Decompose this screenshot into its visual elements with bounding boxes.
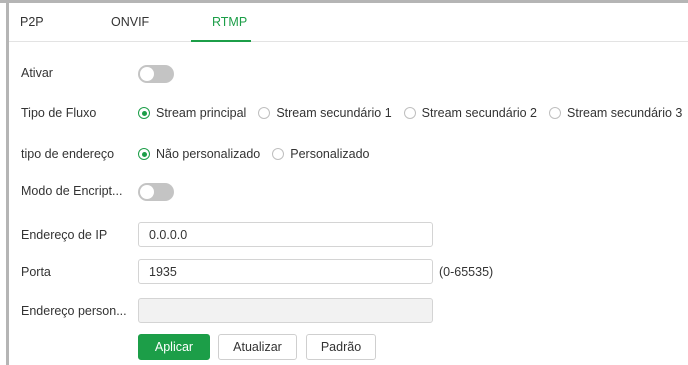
radio-unchecked-icon[interactable] [258,107,271,119]
custom-address-label: Endereço person... [21,304,127,318]
port-row: Porta (0-65535) [9,259,688,284]
stream-type-option-sub1[interactable]: Stream secundário 1 [258,106,392,120]
port-label: Porta [21,265,51,279]
radio-unchecked-icon[interactable] [272,148,285,160]
enable-label: Ativar [21,66,53,80]
ip-address-row: Endereço de IP [9,222,688,247]
radio-checked-icon[interactable] [138,148,150,160]
address-type-label: tipo de endereço [21,147,115,161]
stream-type-option-label: Stream secundário 3 [567,106,683,120]
enable-row: Ativar [9,63,688,85]
active-tab-indicator [191,40,251,42]
stream-type-option-label: Stream principal [156,106,247,120]
tab-bar: P2P ONVIF RTMP [9,3,688,42]
ip-address-input[interactable] [138,222,433,247]
radio-unchecked-icon[interactable] [549,107,562,119]
port-range-hint: (0-65535) [439,265,494,279]
radio-unchecked-icon[interactable] [403,107,416,119]
refresh-button[interactable]: Atualizar [218,334,297,360]
toggle-knob [140,67,154,81]
radio-checked-icon[interactable] [138,107,150,119]
stream-type-option-label: Stream secundário 1 [276,106,392,120]
encryption-toggle[interactable] [138,183,174,201]
address-type-radio-group: Não personalizado Personalizado [138,147,381,161]
tab-p2p[interactable]: P2P [20,3,44,41]
tab-rtmp[interactable]: RTMP [212,3,247,41]
custom-address-row: Endereço person... [9,298,688,323]
stream-type-radio-group: Stream principal Stream secundário 1 Str… [138,106,688,120]
address-type-option-custom[interactable]: Personalizado [272,147,369,161]
default-button[interactable]: Padrão [306,334,376,360]
address-type-option-label: Personalizado [290,147,370,161]
stream-type-row: Tipo de Fluxo Stream principal Stream se… [9,103,688,123]
apply-button[interactable]: Aplicar [138,334,210,360]
stream-type-option-sub2[interactable]: Stream secundário 2 [403,106,538,120]
encryption-label: Modo de Encript... [21,184,123,198]
port-input[interactable] [138,259,433,284]
address-type-row: tipo de endereço Não personalizado Perso… [9,144,688,164]
encryption-row: Modo de Encript... [9,181,688,203]
address-type-option-label: Não personalizado [156,147,261,161]
ip-address-label: Endereço de IP [21,228,108,242]
toggle-knob [140,185,154,199]
stream-type-label: Tipo de Fluxo [21,106,97,120]
stream-type-option-sub3[interactable]: Stream secundário 3 [549,106,682,120]
stream-type-option-label: Stream secundário 2 [421,106,538,120]
enable-toggle[interactable] [138,65,174,83]
custom-address-input[interactable] [138,298,433,323]
tab-onvif[interactable]: ONVIF [111,3,149,41]
address-type-option-default[interactable]: Não personalizado [138,147,260,161]
stream-type-option-main[interactable]: Stream principal [138,106,246,120]
